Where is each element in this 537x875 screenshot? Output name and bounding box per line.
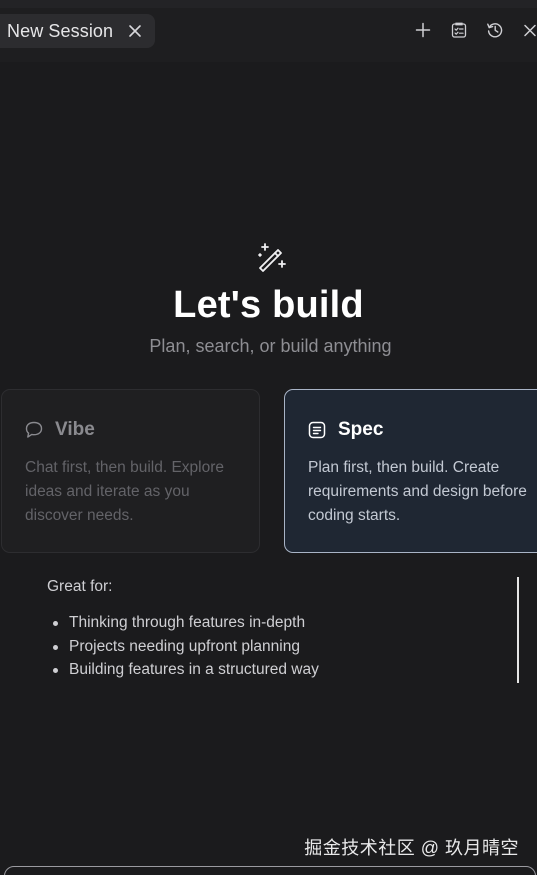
close-icon[interactable] — [522, 21, 537, 39]
bullet-icon — [53, 668, 58, 673]
mode-card-description: Chat first, then build. Explore ideas an… — [25, 459, 225, 524]
list-item-text: Projects needing upfront planning — [69, 637, 300, 655]
watermark: 掘金技术社区 @ 玖月晴空 — [304, 838, 519, 858]
tab-new-session[interactable]: New Session — [0, 14, 155, 48]
great-for-label: Great for: — [47, 578, 113, 595]
mode-card-spec[interactable]: Spec Plan first, then build. Create requ… — [284, 389, 537, 553]
mode-card-header: Spec — [307, 419, 383, 441]
chat-bubble-icon — [24, 420, 44, 440]
tab-label: New Session — [7, 20, 114, 41]
list-item-text: Thinking through features in-depth — [69, 614, 306, 631]
tab-bar-top-strip — [0, 0, 537, 8]
document-icon — [307, 420, 327, 440]
page-subtitle: Plan, search, or build anything — [149, 336, 392, 356]
bullet-icon — [53, 644, 58, 650]
list-item: Projects needing upfront planning — [47, 635, 507, 659]
list-item-text: Building features in a structured way — [69, 661, 319, 678]
app-window: New Session Let's build Plan, search, or… — [0, 0, 537, 875]
mode-card-title: Spec — [338, 419, 384, 440]
mode-card-header: Vibe — [24, 419, 95, 441]
scrollbar[interactable] — [517, 577, 519, 683]
bullet-icon — [53, 621, 58, 626]
list-item: Building features in a structured way — [47, 658, 507, 682]
page-title: Let's build — [173, 284, 364, 326]
mode-card-description: Plan first, then build. Create requireme… — [308, 459, 527, 524]
history-icon[interactable] — [486, 21, 504, 39]
chat-input[interactable] — [4, 866, 536, 875]
close-icon[interactable] — [127, 23, 143, 39]
great-for-section: Great for: Thinking through features in-… — [47, 578, 507, 682]
tab-bar: New Session — [0, 0, 537, 62]
great-for-list: Thinking through features in-depth Proje… — [47, 611, 507, 682]
mode-card-title: Vibe — [55, 419, 95, 440]
magic-wand-icon — [256, 242, 288, 274]
checklist-icon[interactable] — [450, 21, 468, 39]
plus-icon[interactable] — [414, 21, 432, 39]
list-item: Thinking through features in-depth — [47, 611, 507, 635]
mode-card-vibe[interactable]: Vibe Chat first, then build. Explore ide… — [1, 389, 260, 553]
